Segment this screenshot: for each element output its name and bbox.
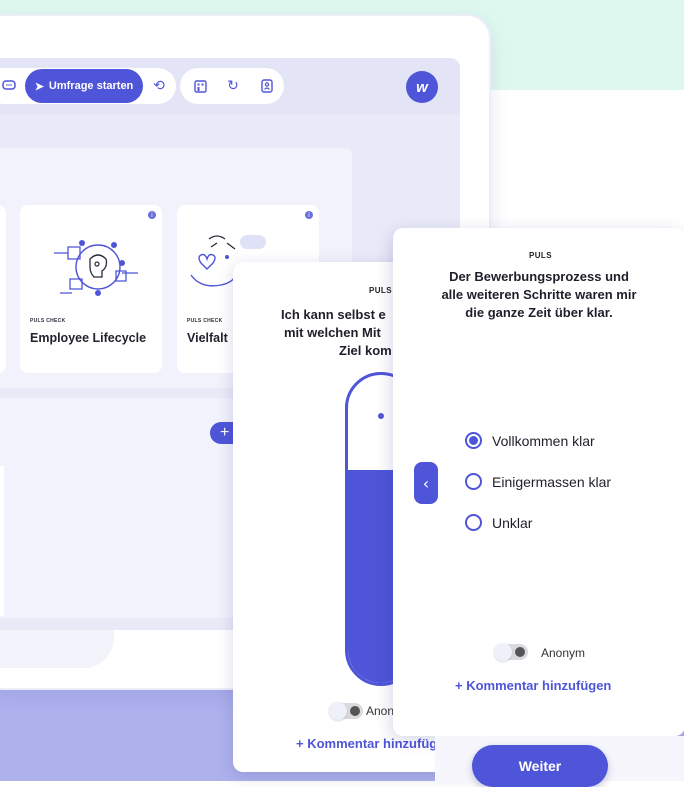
radio-unselected[interactable]: [465, 473, 482, 490]
option-label: Einigermassen klar: [492, 473, 612, 490]
option-vollkommen-klar[interactable]: Vollkommen klar: [465, 432, 595, 449]
add-comment-link[interactable]: + Kommentar hinzufügen: [455, 678, 611, 693]
anonymous-toggle[interactable]: [494, 643, 528, 661]
survey-kicker: PULS: [529, 251, 552, 260]
brand-logo[interactable]: w: [406, 71, 438, 103]
option-unklar[interactable]: Unklar: [465, 514, 532, 531]
option-einigermassen-klar[interactable]: Einigermassen klar: [465, 473, 611, 490]
start-survey-button[interactable]: ➤ Umfrage starten: [25, 69, 143, 103]
next-button-label: Weiter: [518, 758, 562, 774]
card-partial-lower: [0, 466, 4, 616]
laptop-base: [0, 630, 114, 668]
anonymous-toggle[interactable]: [329, 702, 363, 720]
chat-icon[interactable]: [0, 76, 18, 96]
building-icon[interactable]: [190, 76, 210, 96]
card-kicker: PULS CHECK: [30, 318, 66, 324]
info-icon[interactable]: i: [305, 211, 313, 219]
notch-pill: [240, 235, 266, 249]
slider-handle[interactable]: [378, 413, 384, 419]
back-button[interactable]: ‹: [414, 462, 438, 504]
plus-icon: +: [220, 424, 230, 441]
info-icon[interactable]: i: [148, 211, 156, 219]
card-kicker: PULS CHECK: [187, 318, 223, 324]
option-label: Unklar: [492, 514, 533, 531]
option-label: Vollkommen klar: [492, 432, 595, 449]
question-line: Der Bewerbungsprozess und: [449, 269, 629, 284]
anonymous-label: Anonym: [541, 646, 586, 660]
card-partial[interactable]: [0, 205, 6, 373]
lifecycle-illustration-icon: [54, 240, 138, 296]
radio-unselected[interactable]: [465, 514, 482, 531]
card-employee-lifecycle[interactable]: i PULS CHECK Employee Lifecycle: [20, 205, 162, 373]
history-icon[interactable]: ⟲: [150, 76, 168, 96]
rocket-icon: ➤: [34, 80, 44, 93]
refresh-icon[interactable]: ↻: [223, 76, 243, 96]
question-line: alle weiteren Schritte waren mir: [441, 287, 637, 302]
survey-question: Der Bewerbungsprozess und alle weiteren …: [393, 268, 684, 322]
radio-selected[interactable]: [465, 432, 482, 449]
survey-kicker: PULS: [369, 286, 392, 295]
chevron-left-icon: ‹: [422, 473, 430, 493]
brand-logo-text: w: [416, 78, 428, 96]
card-title: Vielfalt: [187, 331, 228, 345]
add-comment-link[interactable]: + Kommentar hinzufügen: [296, 736, 452, 751]
start-survey-label: Umfrage starten: [48, 80, 134, 92]
anonymous-label: Anon: [366, 704, 395, 718]
contacts-icon[interactable]: [257, 76, 277, 96]
question-line: die ganze Zeit über klar.: [465, 305, 613, 320]
card-title: Employee Lifecycle: [30, 331, 147, 345]
